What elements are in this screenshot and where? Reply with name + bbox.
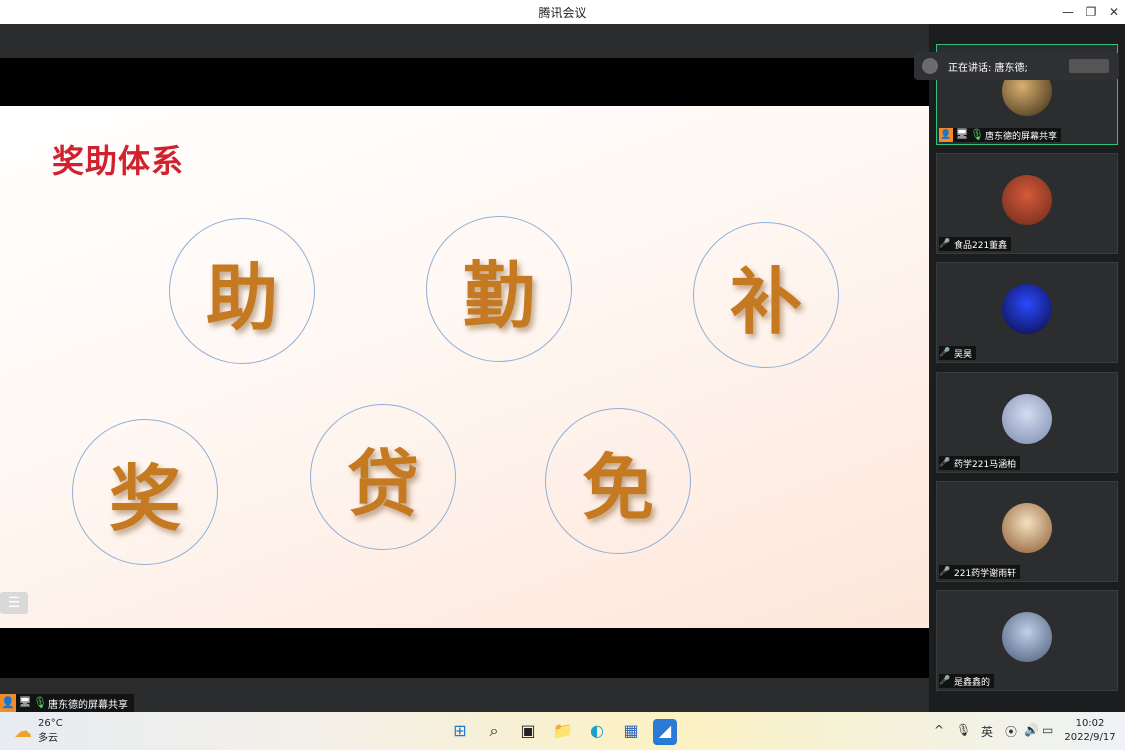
tile-label: 🎤 221药学谢雨轩 [939,565,1021,579]
clock[interactable]: 10:02 2022/9/17 [1060,717,1120,745]
char-jiang: 奖 [108,455,181,541]
screen-share-icon: 🖥 [18,697,32,708]
char-mian: 免 [581,444,654,530]
start-button[interactable]: ⊞ [448,719,472,743]
screen-share-icon: 🖥 [955,129,969,140]
person-icon: 👤 [939,128,953,142]
circle-jiang: 奖 [72,419,218,565]
participant-name: 是鑫鑫的 [954,677,991,688]
clock-date: 2022/9/17 [1064,732,1116,743]
close-button[interactable]: ✕ [1100,0,1125,24]
tile-label: 🎤 是鑫鑫的 [939,674,995,688]
participant-tile[interactable]: 🎤 221药学谢雨轩 [936,481,1118,582]
wifi-icon[interactable]: ⦿ [1005,723,1017,740]
store-icon[interactable]: ▦ [619,719,643,743]
volume-icon[interactable]: 🔊 [1024,723,1039,737]
avatar [1002,612,1052,662]
speaking-wave-icon [1069,59,1109,73]
battery-icon[interactable]: ▭ [1042,723,1053,737]
circle-bu: 补 [693,222,839,368]
weather-desc: 多云 [38,733,58,744]
taskbar: ☁ 26°C 多云 ⊞ ⌕ ▣ 📁 ◐ ▦ ◢ ^ 🎙 英 ⦿ 🔊 ▭ 10:0… [0,712,1125,750]
share-label-text: 唐东德的屏幕共享 [48,699,128,711]
mic-icon: 🎙 [33,696,47,709]
mic-muted-icon: 🎤 [939,676,951,686]
share-label: 👤 🖥 🎙 唐东德的屏幕共享 [0,694,134,712]
participant-name: 唐东德的屏幕共享 [985,131,1058,142]
tray-mic-icon[interactable]: 🎙 [956,723,971,737]
avatar [1002,503,1052,553]
tile-label: 👤 🖥 🎙 唐东德的屏幕共享 [939,128,1062,142]
mic-muted-icon: 🎤 [939,239,951,249]
speaking-indicator: 正在讲话: 唐东德; [914,52,1119,80]
circle-mian: 免 [545,408,691,554]
participant-name: 食品221董鑫 [954,240,1008,251]
circle-dai: 贷 [310,404,456,550]
list-icon[interactable]: ☰ [0,592,28,614]
task-view-icon[interactable]: ▣ [516,719,540,743]
weather-widget[interactable]: ☁ 26°C 多云 [14,718,63,744]
clock-time: 10:02 [1075,718,1105,729]
app-title: 腾讯会议 [538,6,587,20]
weather-icon: ☁ [14,720,32,742]
speaking-text: 正在讲话: 唐东德; [948,62,1028,74]
tencent-meeting-icon[interactable]: ◢ [653,719,677,745]
circle-qin: 勤 [426,216,572,362]
participant-tile[interactable]: 🎤 是鑫鑫的 [936,590,1118,691]
speaker-avatar [922,58,938,74]
mic-muted-icon: 🎤 [939,348,951,358]
mic-icon: 🎙 [970,128,984,141]
title-bar: 腾讯会议 — ❐ ✕ [0,0,1125,24]
avatar [1002,284,1052,334]
char-dai: 贷 [346,440,419,526]
slide-title: 奖助体系 [52,142,185,180]
participant-tile[interactable]: 🎤 食品221董鑫 [936,153,1118,254]
input-method-indicator[interactable]: 英 [981,723,993,740]
search-icon[interactable]: ⌕ [482,719,506,743]
file-explorer-icon[interactable]: 📁 [551,719,575,743]
person-icon: 👤 [0,694,16,712]
participant-name: 药学221马涵柏 [954,459,1017,470]
weather-temp: 26°C [38,718,63,729]
char-qin: 勤 [462,252,535,338]
edge-browser-icon[interactable]: ◐ [585,719,609,743]
tray-overflow-icon[interactable]: ^ [934,723,944,737]
mic-muted-icon: 🎤 [939,458,951,468]
avatar [1002,175,1052,225]
char-bu: 补 [729,258,802,344]
participant-tile[interactable]: 🎤 药学221马涵柏 [936,372,1118,473]
shared-screen-area: 奖助体系 助 勤 补 奖 贷 免 ☰ 👤 🖥 🎙 唐东德的屏幕共享 [0,24,929,712]
participant-name: 221药学谢雨轩 [954,568,1017,579]
circle-zhu: 助 [169,218,315,364]
mic-muted-icon: 🎤 [939,567,951,577]
presentation-slide: 奖助体系 助 勤 补 奖 贷 免 ☰ [0,106,929,628]
tile-label: 🎤 药学221马涵柏 [939,456,1021,470]
participant-name: 吴昊 [954,349,973,360]
participant-sidebar: 👤 🖥 🎙 唐东德的屏幕共享 🎤 食品221董鑫 🎤 吴昊 🎤 药学221马涵柏… [929,24,1125,712]
tile-label: 🎤 吴昊 [939,346,977,360]
char-zhu: 助 [205,254,278,340]
tile-label: 🎤 食品221董鑫 [939,237,1012,251]
participant-tile[interactable]: 🎤 吴昊 [936,262,1118,363]
avatar [1002,394,1052,444]
